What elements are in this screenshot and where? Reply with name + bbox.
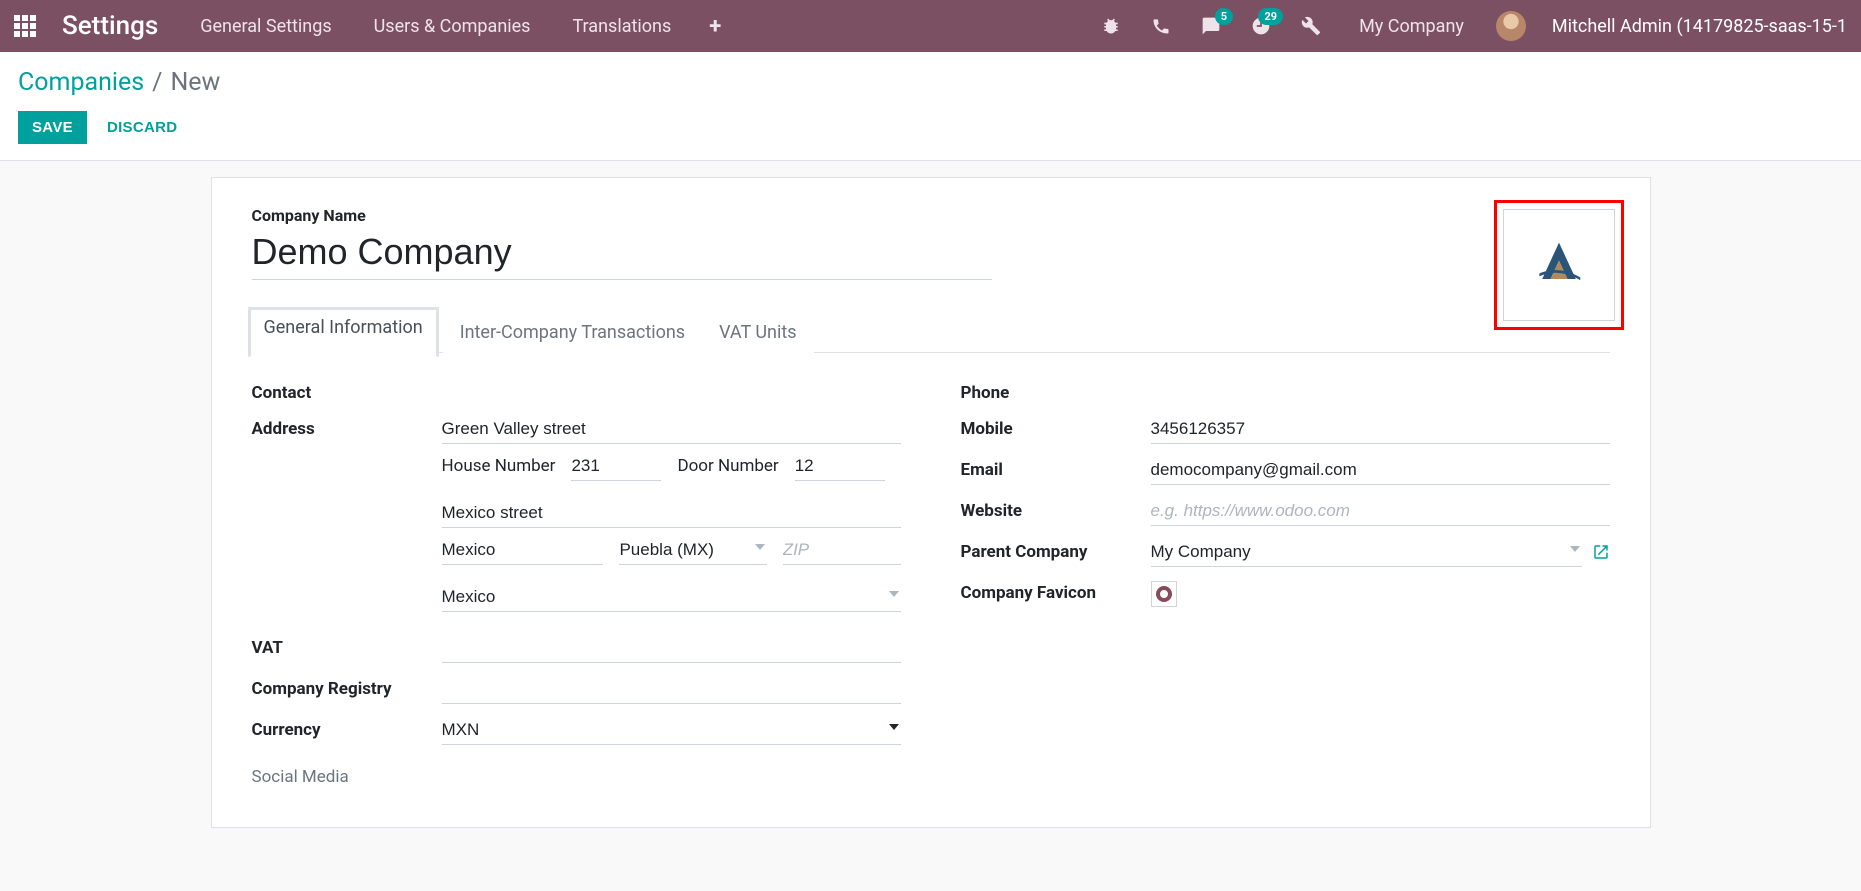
- tab-inter-company-transactions[interactable]: Inter-Company Transactions: [443, 311, 702, 353]
- user-menu[interactable]: Mitchell Admin (14179825-saas-15-1: [1552, 16, 1847, 37]
- form-right-column: Phone Mobile Email Website: [961, 381, 1610, 787]
- street2-input[interactable]: [442, 501, 901, 528]
- company-name-label: Company Name: [252, 206, 1610, 225]
- social-media-heading: Social Media: [252, 767, 901, 787]
- door-number-label: Door Number: [677, 456, 778, 476]
- street-input[interactable]: [442, 417, 901, 444]
- company-switcher[interactable]: My Company: [1359, 16, 1464, 37]
- nav-users-companies[interactable]: Users & Companies: [374, 16, 531, 37]
- parent-company-label: Parent Company: [961, 540, 1151, 562]
- company-name-input[interactable]: [252, 229, 992, 280]
- control-panel: Companies / New SAVE DISCARD: [0, 52, 1861, 161]
- contact-label: Contact: [252, 381, 442, 403]
- company-registry-label: Company Registry: [252, 677, 442, 699]
- messages-icon[interactable]: 5: [1201, 16, 1221, 36]
- email-input[interactable]: [1151, 458, 1610, 485]
- breadcrumb-separator: /: [152, 68, 162, 97]
- company-logo-upload[interactable]: [1503, 209, 1615, 321]
- mobile-input[interactable]: [1151, 417, 1610, 444]
- house-number-input[interactable]: [571, 454, 661, 481]
- favicon-ring-icon: [1156, 586, 1172, 602]
- tabs: General Information Inter-Company Transa…: [252, 310, 1610, 353]
- plus-icon[interactable]: +: [709, 14, 721, 39]
- parent-company-input[interactable]: [1151, 540, 1582, 567]
- nav-translations[interactable]: Translations: [572, 16, 671, 37]
- company-favicon-upload[interactable]: [1151, 581, 1177, 607]
- company-logo-icon: [1531, 237, 1587, 293]
- parent-company-caret-icon[interactable]: [1570, 546, 1580, 552]
- tools-icon[interactable]: [1301, 16, 1321, 36]
- external-link-icon[interactable]: [1592, 543, 1610, 565]
- vat-input[interactable]: [442, 636, 901, 663]
- currency-label: Currency: [252, 718, 442, 740]
- city-input[interactable]: [442, 538, 604, 565]
- door-number-input[interactable]: [795, 454, 885, 481]
- nav-general-settings[interactable]: General Settings: [200, 16, 331, 37]
- discard-button[interactable]: DISCARD: [105, 111, 179, 144]
- messages-badge: 5: [1215, 8, 1233, 25]
- mobile-label: Mobile: [961, 417, 1151, 439]
- country-caret-icon[interactable]: [889, 591, 899, 597]
- apps-icon[interactable]: [14, 15, 36, 37]
- app-brand[interactable]: Settings: [62, 11, 158, 41]
- breadcrumb: Companies / New: [18, 68, 1843, 97]
- house-number-label: House Number: [442, 456, 556, 476]
- website-input[interactable]: [1151, 499, 1610, 526]
- email-label: Email: [961, 458, 1151, 480]
- form-left-column: Contact Address House Number Door Number: [252, 381, 901, 787]
- top-navbar: Settings General Settings Users & Compan…: [0, 0, 1861, 52]
- currency-caret-icon[interactable]: [889, 724, 899, 730]
- form-sheet: Company Name General Information Inter-C…: [211, 177, 1651, 828]
- website-label: Website: [961, 499, 1151, 521]
- company-registry-input[interactable]: [442, 677, 901, 704]
- country-input[interactable]: [442, 585, 901, 612]
- state-input[interactable]: [619, 538, 766, 565]
- breadcrumb-companies[interactable]: Companies: [18, 68, 144, 97]
- zip-input[interactable]: [783, 538, 901, 565]
- currency-input[interactable]: [442, 718, 901, 745]
- phone-label: Phone: [961, 381, 1151, 403]
- user-avatar[interactable]: [1496, 11, 1526, 41]
- tab-general-information[interactable]: General Information: [248, 307, 439, 357]
- company-favicon-label: Company Favicon: [961, 581, 1151, 603]
- state-caret-icon[interactable]: [755, 544, 765, 550]
- activities-icon[interactable]: 29: [1251, 16, 1271, 36]
- breadcrumb-current: New: [170, 68, 220, 97]
- activities-badge: 29: [1258, 8, 1283, 25]
- phone-icon[interactable]: [1151, 16, 1171, 36]
- address-label: Address: [252, 417, 442, 439]
- save-button[interactable]: SAVE: [18, 111, 87, 144]
- bug-icon[interactable]: [1101, 16, 1121, 36]
- company-logo-highlight: [1494, 200, 1624, 330]
- vat-label: VAT: [252, 636, 442, 658]
- tab-vat-units[interactable]: VAT Units: [702, 311, 813, 353]
